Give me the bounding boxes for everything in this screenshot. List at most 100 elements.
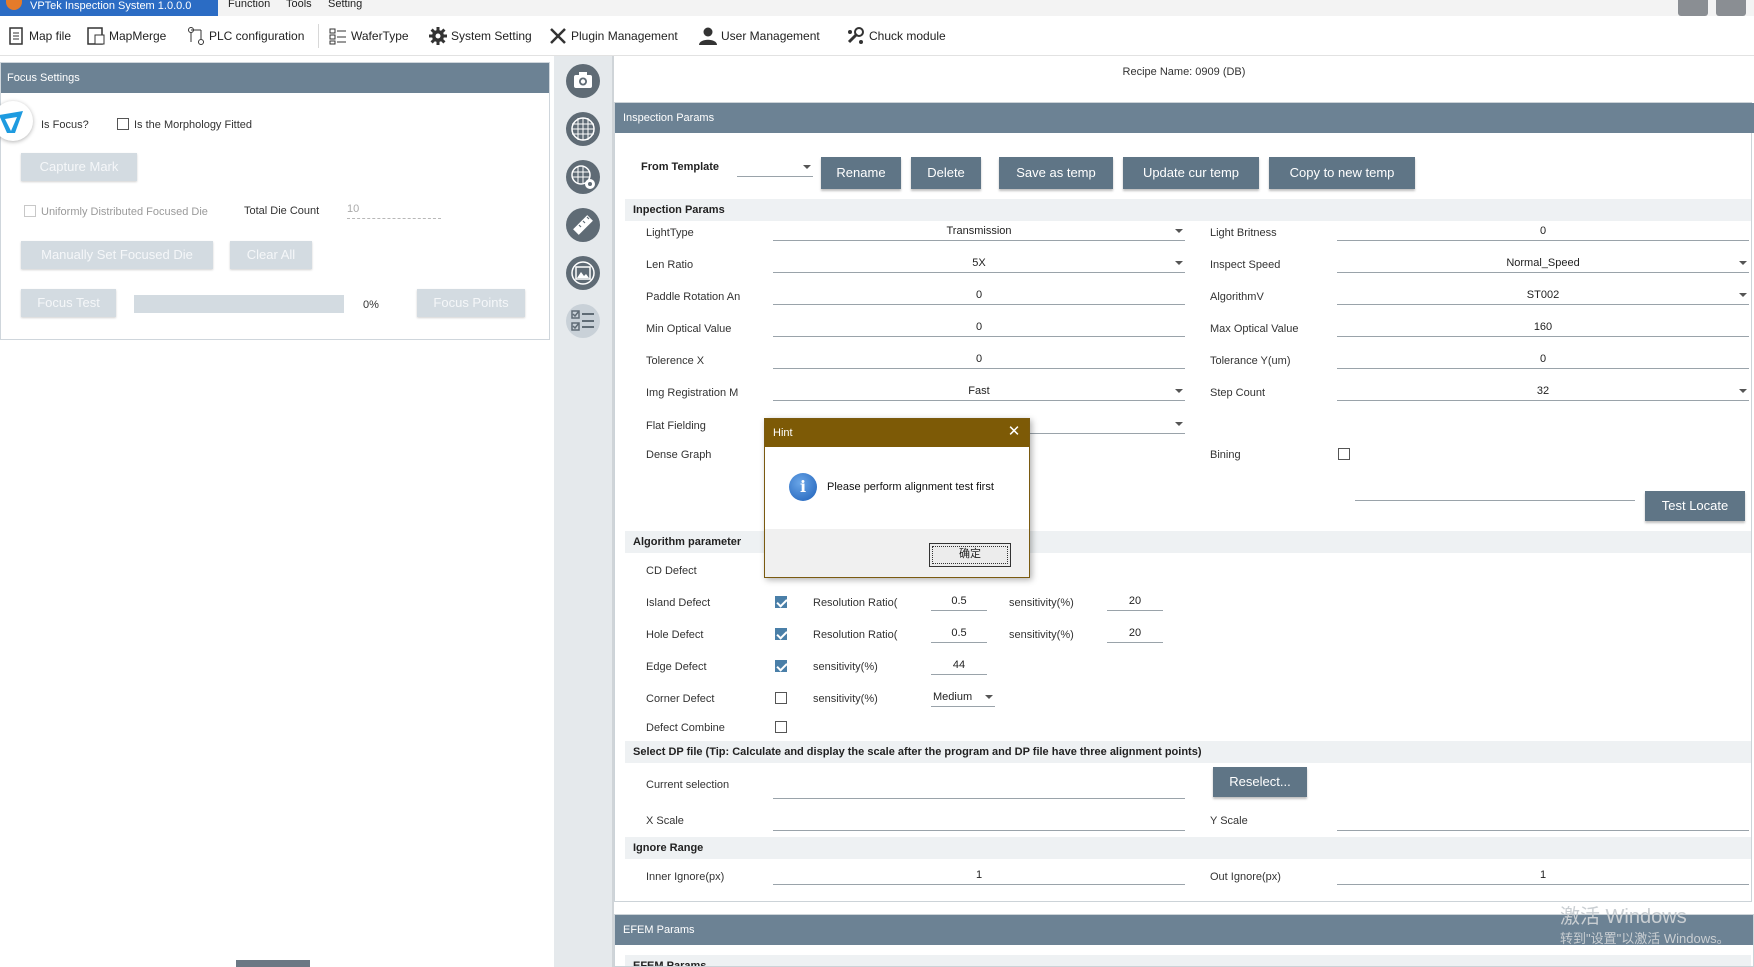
- delete-button[interactable]: Delete: [911, 157, 981, 189]
- left-scroll-handle[interactable]: [236, 960, 310, 967]
- app-title-bar: VPTek Inspection System 1.0.0.0: [0, 0, 218, 16]
- morphology-label: Is the Morphology Fitted: [134, 119, 253, 131]
- island-defect-checkbox[interactable]: [775, 596, 787, 608]
- max-optical-field[interactable]: 160: [1337, 317, 1749, 337]
- edge-defect-checkbox[interactable]: [775, 660, 787, 672]
- close-icon[interactable]: ✕: [1005, 423, 1023, 441]
- hole-resolution-field[interactable]: 0.5: [931, 623, 987, 643]
- info-icon: i: [789, 473, 817, 501]
- maximize-button[interactable]: [1716, 0, 1746, 16]
- inner-ignore-field[interactable]: 1: [773, 865, 1185, 885]
- save-as-temp-button[interactable]: Save as temp: [999, 157, 1113, 189]
- floating-tool-icon[interactable]: [0, 101, 33, 141]
- uniform-distributed-label: Uniformly Distributed Focused Die: [41, 206, 208, 218]
- toolbar-system-setting[interactable]: System Setting: [428, 24, 532, 48]
- uniform-distributed-checkbox[interactable]: [24, 205, 36, 217]
- minimize-button[interactable]: [1678, 0, 1708, 16]
- light-britness-field[interactable]: 0: [1337, 221, 1749, 241]
- edge-sensitivity-field[interactable]: 44: [931, 655, 987, 675]
- toolbar-wafertype[interactable]: WaferType: [328, 24, 409, 48]
- menu-setting[interactable]: Setting: [328, 0, 362, 16]
- param-label-step-count: Step Count: [1210, 387, 1266, 399]
- out-ignore-field[interactable]: 1: [1337, 865, 1749, 885]
- toolbar-label: Plugin Management: [571, 29, 678, 43]
- algorithmv-select[interactable]: ST002: [1337, 285, 1749, 305]
- toolbar-map-file[interactable]: Map file: [6, 24, 71, 48]
- algo-label-cd-defect: CD Defect: [646, 565, 697, 577]
- param-label-len-ratio: Len Ratio: [646, 259, 694, 271]
- island-resolution-field[interactable]: 0.5: [931, 591, 987, 611]
- param-label-tolerance-y: Tolerance Y(um): [1210, 355, 1291, 367]
- menu-tools[interactable]: Tools: [286, 0, 312, 16]
- app-title: VPTek Inspection System 1.0.0.0: [30, 0, 192, 12]
- rename-button[interactable]: Rename: [821, 157, 901, 189]
- param-label-algorithmv: AlgorithmV: [1210, 291, 1264, 303]
- update-cur-temp-button[interactable]: Update cur temp: [1123, 157, 1259, 189]
- menu-function[interactable]: Function: [228, 0, 270, 16]
- toolbar-label: MapMerge: [109, 29, 167, 43]
- manually-set-focused-die-button[interactable]: Manually Set Focused Die: [21, 241, 213, 269]
- template-select[interactable]: [737, 157, 813, 177]
- edge-sensitivity-label: sensitivity(%): [813, 661, 878, 673]
- test-locate-label: Test Locate: [1661, 498, 1729, 513]
- map-settings-icon[interactable]: [566, 160, 600, 194]
- corner-defect-checkbox[interactable]: [775, 692, 787, 704]
- morphology-checkbox[interactable]: [117, 118, 129, 130]
- bining-label: Bining: [1210, 449, 1241, 461]
- focus-points-button[interactable]: Focus Points: [417, 289, 525, 317]
- wafer-grid-icon[interactable]: [566, 112, 600, 146]
- current-selection-field[interactable]: [773, 779, 1185, 799]
- toolbar-plc-configuration[interactable]: PLC configuration: [186, 24, 304, 48]
- toolbar-mapmerge[interactable]: MapMerge: [86, 24, 166, 48]
- algo-label-defect-combine: Defect Combine: [646, 722, 725, 734]
- bining-checkbox[interactable]: [1338, 448, 1350, 460]
- toolbar-chuck-module[interactable]: Chuck module: [846, 24, 946, 48]
- toolbar-plugin-management[interactable]: Plugin Management: [548, 24, 678, 48]
- island-sensitivity-field[interactable]: 20: [1107, 591, 1163, 611]
- paddle-rotation-field[interactable]: 0: [773, 285, 1185, 305]
- test-locate-field[interactable]: [1355, 481, 1635, 501]
- dp-section-header: Select DP file (Tip: Calculate and displ…: [625, 741, 1751, 763]
- focus-progress-bar: [134, 295, 344, 313]
- lighttype-select[interactable]: Transmission: [773, 221, 1185, 241]
- ok-button[interactable]: 确定: [929, 543, 1011, 567]
- capture-mark-button[interactable]: Capture Mark: [21, 153, 137, 181]
- y-scale-field[interactable]: [1337, 811, 1749, 831]
- recipe-name: Recipe Name: 0909 (DB): [1122, 66, 1246, 78]
- menu-bar: VPTek Inspection System 1.0.0.0 Function…: [0, 0, 1754, 16]
- test-locate-button[interactable]: Test Locate: [1645, 491, 1745, 521]
- checklist-icon[interactable]: [566, 304, 600, 338]
- focus-test-button[interactable]: Focus Test: [21, 289, 116, 317]
- step-count-select[interactable]: 32: [1337, 381, 1749, 401]
- app-logo-icon: [6, 0, 22, 10]
- wrench-icon: [846, 26, 866, 46]
- current-selection-label: Current selection: [646, 779, 730, 791]
- corner-sensitivity-select[interactable]: Medium: [931, 687, 995, 707]
- hole-defect-checkbox[interactable]: [775, 628, 787, 640]
- min-optical-field[interactable]: 0: [773, 317, 1185, 337]
- clear-all-button[interactable]: Clear All: [230, 241, 312, 269]
- inspect-speed-select[interactable]: Normal_Speed: [1337, 253, 1749, 273]
- x-scale-field[interactable]: [773, 811, 1185, 831]
- reselect-button[interactable]: Reselect...: [1213, 767, 1307, 797]
- focus-progress-text: 0%: [363, 299, 379, 311]
- hole-sensitivity-field[interactable]: 20: [1107, 623, 1163, 643]
- tolerance-y-field[interactable]: 0: [1337, 349, 1749, 369]
- toolbar-user-management[interactable]: User Management: [698, 24, 820, 48]
- camera-icon[interactable]: [566, 64, 600, 98]
- hint-message: Please perform alignment test first: [827, 481, 994, 493]
- tolerence-x-field[interactable]: 0: [773, 349, 1185, 369]
- ruler-icon[interactable]: [566, 208, 600, 242]
- total-die-count-field[interactable]: 10: [347, 199, 441, 219]
- len-ratio-select[interactable]: 5X: [773, 253, 1185, 273]
- copy-to-new-temp-button[interactable]: Copy to new temp: [1269, 157, 1415, 189]
- hole-sensitivity-label: sensitivity(%): [1009, 629, 1074, 641]
- inspection-params-header: Inspection Params: [615, 103, 1754, 133]
- image-icon[interactable]: [566, 256, 600, 290]
- merge-icon: [86, 26, 106, 46]
- defect-combine-checkbox[interactable]: [775, 721, 787, 733]
- toolbar-label: Map file: [29, 29, 72, 43]
- toolbar-label: System Setting: [451, 29, 532, 43]
- param-label-tolerence-x: Tolerence X: [646, 355, 705, 367]
- img-registration-select[interactable]: Fast: [773, 381, 1185, 401]
